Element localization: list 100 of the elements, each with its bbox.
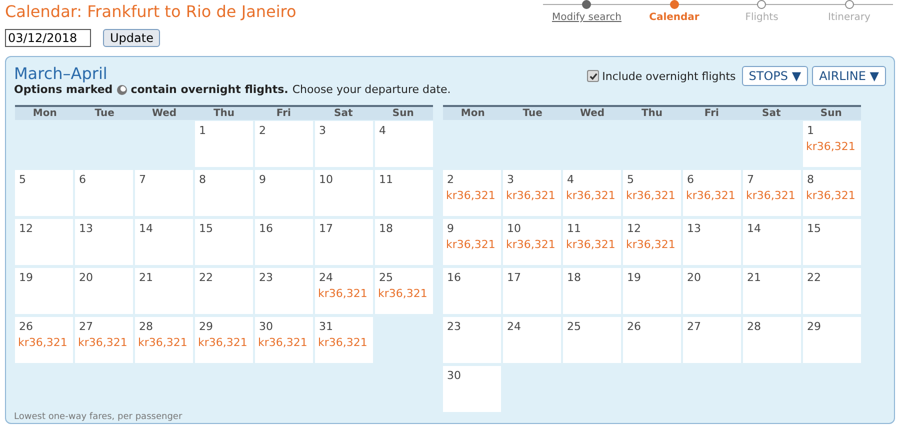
calendar-day-cell[interactable]: 29 kr36,321 xyxy=(195,317,253,363)
day-number: 21 xyxy=(747,271,762,284)
calendar-day-cell[interactable]: 20 xyxy=(75,268,133,314)
calendar-day-cell[interactable]: 11 xyxy=(375,170,433,216)
weekday-header: Wed xyxy=(578,107,606,120)
calendar-day-cell[interactable]: 18 xyxy=(375,219,433,265)
calendar-day-cell[interactable]: 14 xyxy=(743,219,801,265)
calendar-day-cell[interactable]: 6 kr36,321 xyxy=(683,170,741,216)
calendar-day-cell[interactable]: 13 xyxy=(683,219,741,265)
overnight-checkbox[interactable] xyxy=(587,70,600,82)
day-number: 26 xyxy=(19,320,34,333)
calendar-day-cell[interactable]: 23 xyxy=(255,268,313,314)
calendar-day-cell[interactable]: 2 kr36,321 xyxy=(443,170,501,216)
calendar-day-cell[interactable]: 21 xyxy=(135,268,193,314)
day-number: 26 xyxy=(627,320,642,333)
calendar-day-cell[interactable]: 31 kr36,321 xyxy=(315,317,373,363)
fare-price: kr36,321 xyxy=(626,189,676,202)
calendar-day-cell[interactable]: 9 xyxy=(255,170,313,216)
calendar-day-cell[interactable]: 21 xyxy=(743,268,801,314)
calendar-day-cell[interactable]: 29 xyxy=(803,317,861,363)
fare-price: kr36,321 xyxy=(446,238,496,251)
day-number: 27 xyxy=(79,320,94,333)
day-number: 7 xyxy=(139,173,147,186)
calendar-day-cell[interactable]: 9 kr36,321 xyxy=(443,219,501,265)
calendar-day-cell[interactable]: 22 xyxy=(803,268,861,314)
day-number: 13 xyxy=(79,222,94,235)
calendar-day-cell[interactable]: 10 xyxy=(315,170,373,216)
calendar-day-cell[interactable]: 1 kr36,321 xyxy=(803,121,861,167)
calendar-day-cell[interactable]: 13 xyxy=(75,219,133,265)
calendar-day-cell[interactable]: 4 kr36,321 xyxy=(563,170,621,216)
calendar-day-cell[interactable]: 25 kr36,321 xyxy=(375,268,433,314)
calendar-day-cell[interactable]: 24 xyxy=(503,317,561,363)
calendar-day-cell[interactable]: 17 xyxy=(315,219,373,265)
calendar-day-cell[interactable]: 19 xyxy=(623,268,681,314)
calendar-day-cell[interactable]: 17 xyxy=(503,268,561,314)
calendar-day-cell[interactable]: 8 kr36,321 xyxy=(803,170,861,216)
calendar-day-cell[interactable]: 25 xyxy=(563,317,621,363)
calendar-day-cell[interactable]: 30 kr36,321 xyxy=(255,317,313,363)
day-number: 23 xyxy=(259,271,274,284)
calendar-day-cell[interactable]: 3 xyxy=(315,121,373,167)
fare-price: kr36,321 xyxy=(138,336,188,349)
filter-dropdown[interactable]: AIRLINE ▼ xyxy=(812,66,886,86)
calendar-day-cell[interactable]: 26 kr36,321 xyxy=(15,317,73,363)
step-link[interactable]: Modify search xyxy=(552,12,622,23)
calendar-day-cell[interactable]: 28 kr36,321 xyxy=(135,317,193,363)
calendar-day-cell[interactable]: 20 xyxy=(683,268,741,314)
day-number: 13 xyxy=(687,222,702,235)
calendar-day-cell[interactable]: 26 xyxy=(623,317,681,363)
calendar-day-cell[interactable]: 30 xyxy=(443,366,501,412)
calendar-day-cell[interactable]: 5 kr36,321 xyxy=(623,170,681,216)
calendar-day-cell[interactable]: 12 kr36,321 xyxy=(623,219,681,265)
calendar-day-cell[interactable]: 27 kr36,321 xyxy=(75,317,133,363)
checkbox-label: Include overnight flights xyxy=(602,70,736,82)
calendar-day-cell[interactable]: 16 xyxy=(255,219,313,265)
calendar-day-cell[interactable]: 15 xyxy=(803,219,861,265)
day-number: 29 xyxy=(807,320,822,333)
step-label: Flights xyxy=(745,12,778,23)
fare-price: kr36,321 xyxy=(686,189,736,202)
day-number: 21 xyxy=(139,271,154,284)
calendar-day-cell[interactable]: 7 xyxy=(135,170,193,216)
fare-price: kr36,321 xyxy=(506,189,556,202)
calendar-day-cell[interactable]: 18 xyxy=(563,268,621,314)
calendar-day-cell[interactable]: 23 xyxy=(443,317,501,363)
calendar-day-cell[interactable]: 3 kr36,321 xyxy=(503,170,561,216)
calendar-day-cell[interactable]: 5 xyxy=(15,170,73,216)
page-title: Calendar: Frankfurt to Rio de Janeiro xyxy=(5,2,296,21)
calendar-day-cell[interactable]: 28 xyxy=(743,317,801,363)
filter-dropdown[interactable]: STOPS ▼ xyxy=(742,66,808,86)
calendar-day-cell[interactable]: 6 xyxy=(75,170,133,216)
day-number: 28 xyxy=(139,320,154,333)
update-button[interactable]: Update xyxy=(103,29,160,47)
fare-price: kr36,321 xyxy=(746,189,796,202)
calendar-day-cell[interactable]: 8 xyxy=(195,170,253,216)
day-number: 29 xyxy=(199,320,214,333)
calendar-day-cell[interactable]: 4 xyxy=(375,121,433,167)
day-number: 4 xyxy=(567,173,575,186)
day-number: 8 xyxy=(807,173,815,186)
day-number: 5 xyxy=(19,173,27,186)
fare-price: kr36,321 xyxy=(318,287,368,300)
calendar-day-cell[interactable]: 19 xyxy=(15,268,73,314)
calendar-day-cell[interactable]: 15 xyxy=(195,219,253,265)
calendar-day-cell[interactable]: 24 kr36,321 xyxy=(315,268,373,314)
calendar-day-cell[interactable]: 22 xyxy=(195,268,253,314)
calendar-day-cell[interactable]: 7 kr36,321 xyxy=(743,170,801,216)
calendar-day-cell[interactable]: 10 kr36,321 xyxy=(503,219,561,265)
calendar-day-cell[interactable]: 2 xyxy=(255,121,313,167)
step-label: Calendar xyxy=(649,12,700,23)
calendar-day-cell[interactable]: 11 kr36,321 xyxy=(563,219,621,265)
calendar-day-cell[interactable]: 12 xyxy=(15,219,73,265)
calendar-day-cell[interactable]: 27 xyxy=(683,317,741,363)
date-field[interactable]: 03/12/2018 xyxy=(5,29,91,47)
weekday-header: Sat xyxy=(333,107,354,120)
day-number: 19 xyxy=(19,271,34,284)
calendar-day-cell[interactable]: 1 xyxy=(195,121,253,167)
month-range-heading: March–April xyxy=(14,65,108,83)
fare-price: kr36,321 xyxy=(18,336,68,349)
day-number: 12 xyxy=(19,222,34,235)
calendar-day-cell[interactable]: 16 xyxy=(443,268,501,314)
calendar-day-cell[interactable]: 14 xyxy=(135,219,193,265)
day-number: 22 xyxy=(807,271,822,284)
